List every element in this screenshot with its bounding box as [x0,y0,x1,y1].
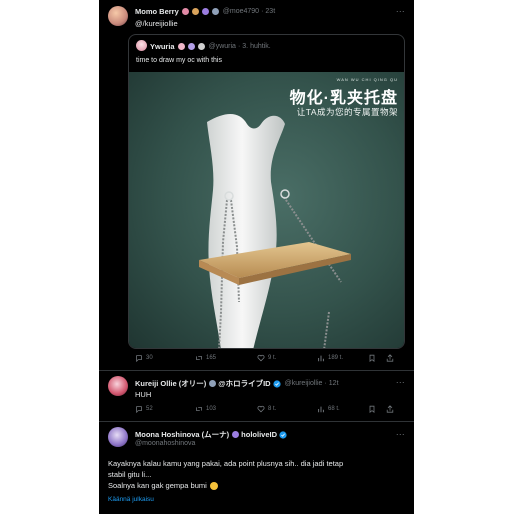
quoted-tweet-card[interactable]: Ywuria @ywuria · 3. huhtik. time to draw… [128,34,405,349]
emoji-badge-icon [197,43,205,50]
tweet3-text-row: Soalnya kan gak gempa bumi [108,480,408,491]
more-options-icon[interactable]: ... [396,428,405,437]
bookmark-button[interactable] [368,405,376,413]
views-button[interactable]: 189 t. [317,354,343,362]
tweet3-handle[interactable]: @moonahoshinova [135,440,195,447]
views-button[interactable]: 68 t. [317,405,340,413]
retweet-button[interactable]: 165 [195,354,216,362]
tweet2-author-name[interactable]: Kureiji Ollie (オリー) [135,378,206,389]
retweet-count: 103 [206,406,217,412]
tweet2-text: HUH [135,390,152,399]
heart-icon [257,354,265,362]
translate-post-link[interactable]: Käännä julkaisu [108,496,154,503]
emoji-badge-icon [181,8,189,15]
mannequin-shelf-illustration [199,114,351,348]
views-count: 68 t. [328,406,340,412]
reply-icon [136,406,142,413]
more-options-icon[interactable]: ... [396,376,405,385]
views-count: 189 t. [328,355,344,361]
retweet-icon [196,407,202,411]
quote-image[interactable]: WAN WU CHI QING QU 物化·乳夹托盘 让TA成为您的专属置物架 [129,72,404,348]
bookmark-button[interactable] [368,354,376,362]
tweet1-action-bar: 30 165 9 t. 189 t. [99,354,394,366]
grin-emoji-icon [209,481,218,490]
tweet3-header: Moona Hoshinova (ムーナ) hololiveID [135,429,287,440]
avatar-moona-hoshinova[interactable] [108,427,128,447]
views-chart-icon [318,406,324,413]
tweet2-action-bar: 52 103 8 t. 68 t. [99,405,394,417]
tweet2-time[interactable]: 12t [329,380,339,387]
tweet2-name-tag[interactable]: @ホロライブID [218,378,270,389]
share-button[interactable] [386,354,394,362]
share-icon [386,354,394,362]
share-button[interactable] [386,405,394,413]
tweet3-text: Kayaknya kalau kamu yang pakai, ada poin… [108,458,408,491]
emoji-badge-icon [187,43,195,50]
retweet-count: 165 [206,355,217,361]
dot-separator: · [237,43,241,50]
avatar-ywuria[interactable] [136,40,147,51]
like-button[interactable]: 9 t. [257,354,276,362]
bookmark-icon [369,405,375,413]
avatar-momo-berry[interactable] [108,6,128,26]
like-count: 9 t. [268,355,277,361]
emoji-badge-icon [232,431,240,438]
tweet2-handle[interactable]: @kureijiollie [285,380,323,387]
tweet3-name-tag[interactable]: hololiveID [241,430,277,439]
dot-separator: · [324,380,327,387]
tweet2-header: Kureiji Ollie (オリー) @ホロライブID @kureijioll… [135,378,339,389]
quote-handle[interactable]: @ywuria [209,43,236,50]
retweet-button[interactable]: 103 [195,405,216,413]
like-count: 8 t. [268,406,277,412]
tweet3-text-line: stabil gitu li... [108,470,152,479]
tweet1-author-name[interactable]: Momo Berry [135,7,179,16]
reply-button[interactable]: 52 [135,405,153,413]
share-icon [386,405,394,413]
emoji-badge-icon [211,8,219,15]
tweet-thread-panel: Momo Berry @moe4790 · 23t ... @/kureijio… [99,0,414,514]
more-options-icon[interactable]: ... [396,5,405,14]
retweet-icon [196,356,202,360]
divider [99,421,414,422]
verified-badge-icon [272,379,281,388]
emoji-badge-icon [177,43,185,50]
bookmark-icon [369,354,375,362]
tweet1-handle[interactable]: @moe4790 [223,8,259,15]
dot-separator: · [261,8,264,15]
tweet1-header: Momo Berry @moe4790 · 23t [135,7,275,16]
emoji-badge-icon [201,8,209,15]
tweet1-time[interactable]: 23t [265,8,275,15]
views-chart-icon [318,355,324,362]
tweet3-text-line: Soalnya kan gak gempa bumi [108,481,207,490]
verified-badge-icon [279,430,287,439]
emoji-badge-icon [191,8,199,15]
quote-text: time to draw my oc with this [136,57,222,64]
reply-count: 30 [146,355,153,361]
quote-time[interactable]: 3. huhtik. [242,43,270,50]
divider [99,370,414,371]
reply-count: 52 [146,406,153,412]
quote-author-name[interactable]: Ywuria [150,42,175,51]
tweet3-text-line: Kayaknya kalau kamu yang pakai, ada poin… [108,459,344,468]
quote-header: Ywuria @ywuria · 3. huhtik. [150,42,271,51]
like-button[interactable]: 8 t. [257,405,276,413]
reply-icon [136,355,142,362]
tweet1-text: @/kureijiollie [135,19,178,28]
tweet3-author-name[interactable]: Moona Hoshinova (ムーナ) [135,429,229,440]
avatar-kureiji-ollie[interactable] [108,376,128,396]
emoji-badge-icon [209,380,217,387]
heart-icon [257,405,265,413]
reply-button[interactable]: 30 [135,354,153,362]
